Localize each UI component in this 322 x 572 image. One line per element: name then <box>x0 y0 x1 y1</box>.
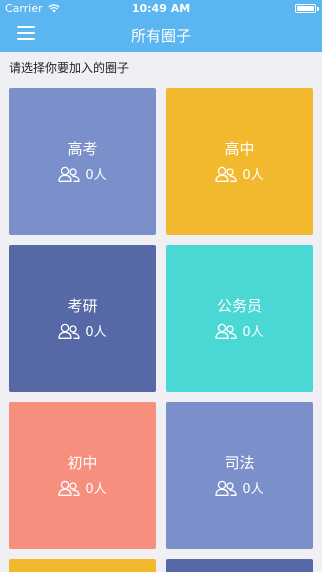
circle-card[interactable]: 考研 0人 <box>9 245 156 392</box>
circle-card[interactable] <box>9 559 156 572</box>
circle-name: 考研 <box>67 297 98 315</box>
circle-name: 公务员 <box>216 297 262 315</box>
circle-member-count: 0人 <box>166 478 313 497</box>
circle-card[interactable]: 司法 0人 <box>166 402 313 549</box>
users-icon <box>58 480 81 496</box>
circle-grid: 高考 0人 高中 0人 考研 0人 公务员 0人 初中 0人 司法 0人 <box>0 0 322 572</box>
member-count: 0人 <box>85 482 107 497</box>
circle-member-count: 0人 <box>166 164 313 183</box>
member-count: 0人 <box>242 482 264 497</box>
users-icon <box>215 166 238 182</box>
circle-name: 司法 <box>224 454 255 472</box>
member-count: 0人 <box>242 325 264 340</box>
member-count: 0人 <box>85 325 107 340</box>
circle-card[interactable] <box>166 559 313 572</box>
circle-member-count: 0人 <box>166 321 313 340</box>
circle-member-count: 0人 <box>9 478 156 497</box>
users-icon <box>58 323 81 339</box>
circle-card[interactable]: 初中 0人 <box>9 402 156 549</box>
users-icon <box>215 323 238 339</box>
circle-card[interactable]: 高中 0人 <box>166 88 313 235</box>
users-icon <box>215 480 238 496</box>
circle-name: 高中 <box>224 140 255 158</box>
circle-name: 初中 <box>67 454 98 472</box>
circle-member-count: 0人 <box>9 164 156 183</box>
circle-name: 高考 <box>67 140 98 158</box>
users-icon <box>58 166 81 182</box>
circle-card[interactable]: 高考 0人 <box>9 88 156 235</box>
circle-card[interactable]: 公务员 0人 <box>166 245 313 392</box>
member-count: 0人 <box>242 168 264 183</box>
circle-member-count: 0人 <box>9 321 156 340</box>
member-count: 0人 <box>85 168 107 183</box>
